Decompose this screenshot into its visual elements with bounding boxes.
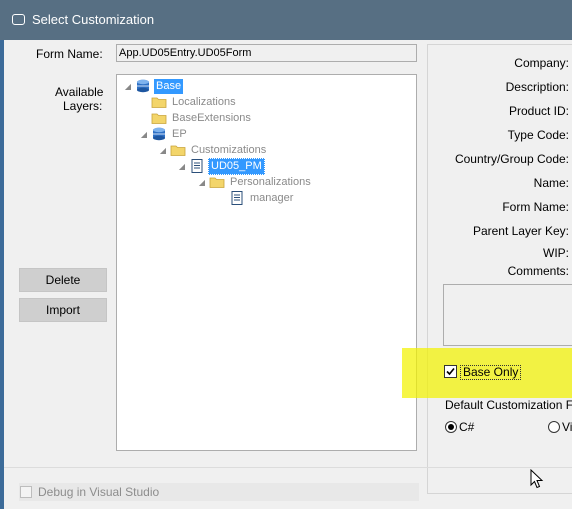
radio-dot [448, 424, 454, 430]
name-label: Name: [533, 176, 569, 190]
country-group-code-label: Country/Group Code: [454, 152, 569, 166]
radio-csharp[interactable] [445, 421, 457, 433]
debug-label: Debug in Visual Studio [38, 485, 160, 499]
checkmark-icon [446, 367, 455, 376]
database-icon [135, 79, 151, 93]
tree-node-customizations[interactable]: ◢ Customizations [158, 142, 268, 158]
folder-icon [151, 111, 167, 125]
folder-icon [170, 143, 186, 157]
expand-arrow-icon[interactable]: ◢ [123, 82, 133, 91]
debug-checkbox[interactable] [20, 486, 32, 498]
tree-node-label: Personalizations [230, 175, 311, 188]
form-name-label: Form Name: [36, 47, 103, 61]
company-label: Company: [514, 56, 569, 70]
tree-node-label: Base [154, 78, 184, 94]
comments-field[interactable] [443, 284, 572, 346]
type-code-label: Type Code: [507, 128, 569, 142]
delete-button[interactable]: Delete [19, 268, 107, 292]
wip-label: WIP: [543, 246, 569, 260]
tree-node-label: Customizations [191, 143, 267, 156]
mouse-cursor-icon [530, 469, 544, 489]
tree-node-label: UD05_PM [208, 157, 265, 175]
description-label: Description: [505, 80, 569, 94]
database-icon [151, 127, 167, 141]
expand-arrow-icon[interactable]: ◢ [177, 162, 187, 171]
radio-vb[interactable] [548, 421, 560, 433]
title-bar[interactable]: Select Customization [0, 0, 572, 40]
layers-tree[interactable]: ◢ Base Localizations BaseExtensions ◢ EP… [116, 74, 417, 451]
tree-node-manager[interactable]: manager [229, 190, 295, 206]
expand-arrow-icon[interactable]: ◢ [158, 146, 168, 155]
import-button[interactable]: Import [19, 298, 107, 322]
tree-node-label: BaseExtensions [172, 111, 251, 124]
app-window-icon [12, 14, 25, 25]
available-layers-label-1: Available [55, 85, 104, 99]
radio-csharp-label[interactable]: C# [459, 420, 474, 434]
radio-vb-label[interactable]: Vi [562, 420, 572, 434]
tree-node-ud05-pm[interactable]: ◢ UD05_PM [177, 157, 265, 175]
tree-node-personalizations[interactable]: ◢ Personalizations [197, 174, 313, 190]
default-customization-label: Default Customization F [445, 398, 572, 412]
folder-icon [209, 175, 225, 189]
comments-label: Comments: [507, 264, 569, 278]
tree-node-localizations[interactable]: Localizations [139, 94, 238, 110]
tree-node-label: Localizations [172, 95, 236, 108]
window-title: Select Customization [32, 12, 155, 27]
footer-divider [4, 467, 572, 468]
tree-node-label: manager [250, 191, 294, 204]
product-id-label: Product ID: [508, 104, 569, 118]
tree-node-base[interactable]: ◢ Base [123, 78, 184, 94]
document-icon [229, 191, 245, 205]
available-layers-label-2: Layers: [63, 99, 103, 113]
tree-node-label: EP [172, 127, 187, 140]
form-name-detail-label: Form Name: [502, 200, 569, 214]
document-icon [189, 159, 205, 173]
parent-layer-key-label: Parent Layer Key: [472, 224, 569, 238]
form-name-field[interactable]: App.UD05Entry.UD05Form [116, 44, 417, 62]
expand-arrow-icon[interactable]: ◢ [197, 178, 207, 187]
base-only-label[interactable]: Base Only [460, 365, 522, 380]
base-only-checkbox[interactable] [444, 365, 457, 378]
folder-icon [151, 95, 167, 109]
tree-node-ep[interactable]: ◢ EP [139, 126, 189, 142]
tree-node-baseextensions[interactable]: BaseExtensions [139, 110, 253, 126]
expand-arrow-icon[interactable]: ◢ [139, 130, 149, 139]
